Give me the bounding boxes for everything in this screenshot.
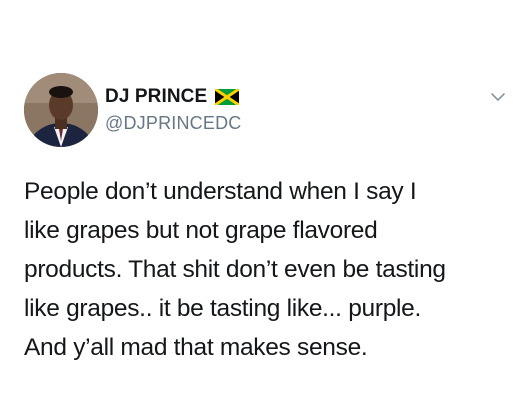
author-handle[interactable]: @DJPRINCEDC: [105, 113, 241, 134]
tweet-text-line: And y’all mad that makes sense.: [24, 334, 368, 361]
author-name-row: DJ PRINCE: [105, 86, 240, 108]
tweet-text-line: products. That shit don’t even be tastin…: [24, 256, 446, 283]
tweet-card: DJ PRINCE @DJPRINCEDC People don’t under…: [0, 0, 525, 420]
tweet-text-line: People don’t understand when I say I: [24, 178, 417, 205]
tweet-text-line: like grapes.. it be tasting like... purp…: [24, 295, 422, 322]
tweet-text: People don’t understand when I say I lik…: [24, 172, 514, 367]
jamaica-flag-icon: [215, 89, 240, 105]
avatar[interactable]: [24, 73, 98, 147]
author-display-name[interactable]: DJ PRINCE: [105, 86, 207, 108]
tweet-text-line: like grapes but not grape flavored: [24, 217, 378, 244]
profile-photo: [24, 73, 98, 147]
chevron-down-icon[interactable]: [487, 86, 509, 108]
